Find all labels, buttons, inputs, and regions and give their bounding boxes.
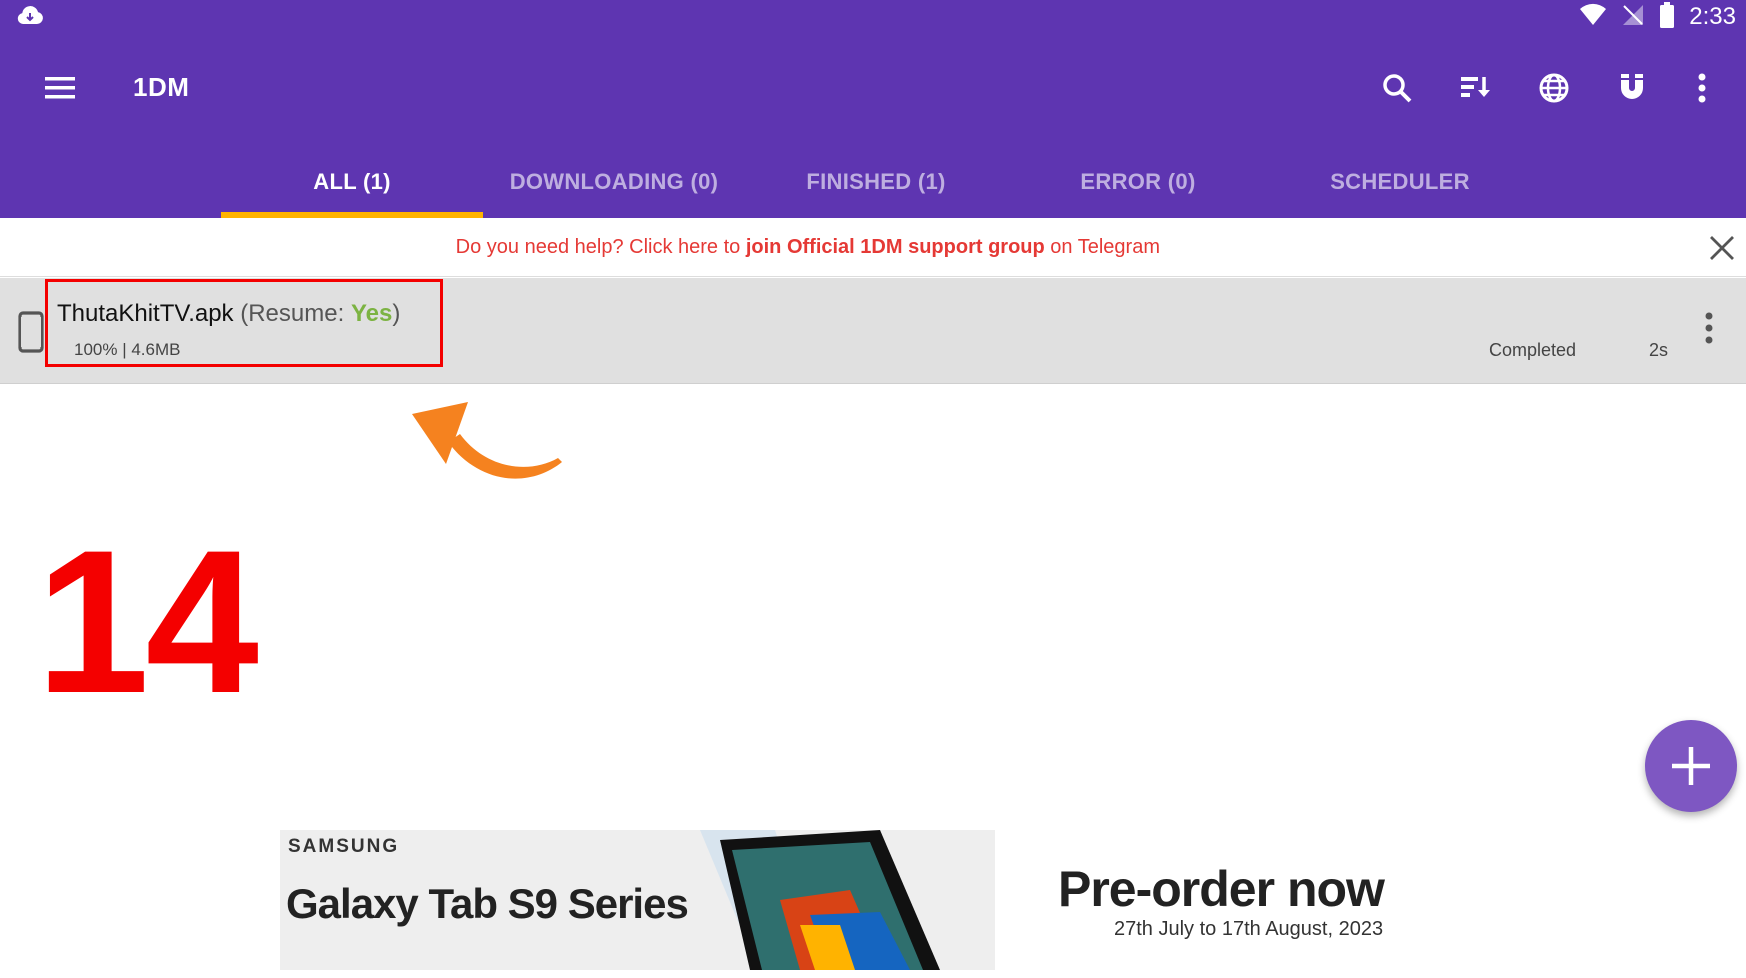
ad-dates: 27th July to 17th August, 2023 [1114,918,1384,940]
tablet-illustration [700,830,940,970]
help-banner: Do you need help? Click here to join Off… [0,218,1746,277]
tab-all[interactable]: ALL (1) [221,146,483,218]
tab-bar: ALL (1) DOWNLOADING (0) FINISHED (1) ERR… [0,146,1746,218]
app-title: 1DM [133,72,190,102]
help-prefix: Do you need help? Click here to [455,236,746,258]
tab-downloading[interactable]: DOWNLOADING (0) [483,146,745,218]
search-icon[interactable] [1377,68,1417,108]
toolbar: 1DM [0,46,1746,130]
pointer-arrow-icon [410,400,570,495]
tab-finished[interactable]: FINISHED (1) [745,146,1007,218]
app-bar: 2:33 1DM ALL (1) DOWNLOADING (0) FINISHE… [0,0,1746,218]
item-more-icon[interactable] [1694,308,1724,348]
phone-icon [18,311,44,358]
download-status: Completed [1489,340,1577,360]
ad-brand: SAMSUNG [288,836,400,857]
tab-scheduler[interactable]: SCHEDULER [1269,146,1531,218]
add-download-button[interactable] [1645,720,1737,812]
wifi-icon [1579,3,1607,32]
ad-product: Galaxy Tab S9 Series [286,880,689,927]
no-signal-icon [1621,3,1645,32]
status-bar: 2:33 [0,0,1746,34]
clock: 2:33 [1689,3,1736,30]
help-suffix: on Telegram [1044,236,1160,258]
close-icon[interactable] [1708,234,1736,262]
ad-image: SAMSUNG Galaxy Tab S9 Series [280,830,995,970]
step-number: 14 [36,508,259,736]
help-banner-text[interactable]: Do you need help? Click here to join Off… [0,218,1160,276]
magnet-icon[interactable] [1612,68,1652,108]
globe-icon[interactable] [1534,68,1574,108]
battery-icon [1659,1,1675,33]
more-vert-icon[interactable] [1682,68,1722,108]
hamburger-menu-icon[interactable] [40,68,80,108]
sort-icon[interactable] [1455,68,1495,108]
ad-banner[interactable]: SAMSUNG Galaxy Tab S9 Series Pre-order n… [280,830,1430,970]
ad-cta: Pre-order now [1058,861,1385,917]
download-duration: 2s [1649,340,1669,360]
cloud-download-icon [16,4,44,33]
highlight-box [45,279,443,367]
tab-error[interactable]: ERROR (0) [1007,146,1269,218]
help-link[interactable]: join Official 1DM support group [746,236,1045,258]
